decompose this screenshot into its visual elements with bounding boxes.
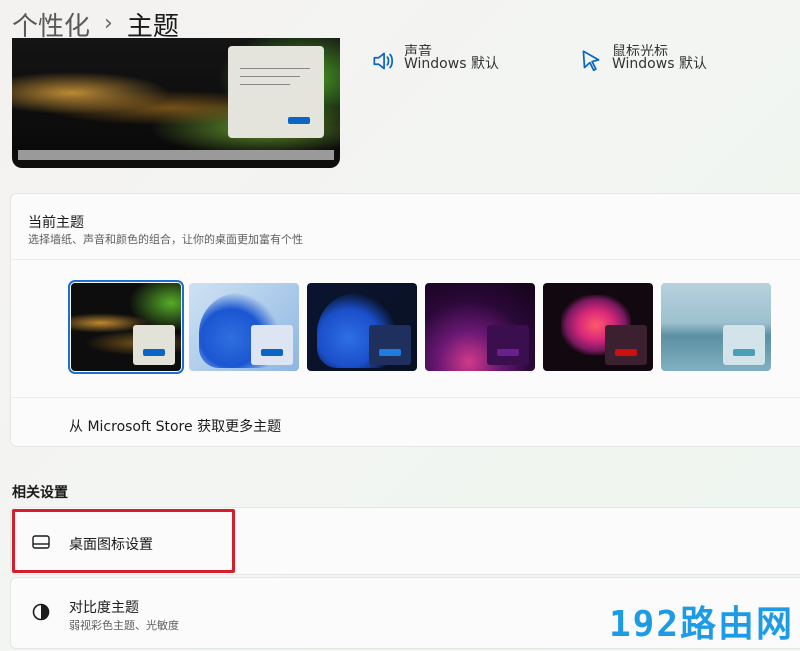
- theme-accent: [615, 349, 637, 356]
- theme-accent: [143, 349, 165, 356]
- cursor-value: Windows 默认: [612, 56, 707, 72]
- current-theme-card: 当前主题 选择墙纸、声音和颜色的组合，让你的桌面更加富有个性 从 Microso…: [10, 193, 800, 447]
- theme-window: [133, 325, 175, 365]
- related-settings-title: 相关设置: [12, 485, 68, 501]
- theme-thumb-sunrise[interactable]: [661, 283, 771, 371]
- cursor-label: 鼠标光标: [612, 44, 668, 56]
- divider: [11, 397, 800, 398]
- preview-button: [288, 117, 310, 124]
- theme-preview: [12, 38, 340, 168]
- preview-line: [240, 84, 290, 85]
- theme-thumb-windows-dark[interactable]: [307, 283, 417, 371]
- sound-value: Windows 默认: [404, 56, 499, 72]
- cursor-icon: [582, 50, 600, 72]
- sound-label: 声音: [404, 44, 432, 56]
- preview-window: [228, 46, 324, 138]
- breadcrumb-parent[interactable]: 个性化: [12, 6, 90, 43]
- sound-setting[interactable]: 声音 Windows 默认: [370, 44, 499, 74]
- theme-window: [605, 325, 647, 365]
- get-more-themes-link[interactable]: 从 Microsoft Store 获取更多主题: [69, 416, 281, 436]
- cursor-setting[interactable]: 鼠标光标 Windows 默认: [578, 44, 707, 74]
- highlight-box: [12, 509, 235, 573]
- theme-window: [251, 325, 293, 365]
- divider: [11, 259, 800, 260]
- theme-accent: [733, 349, 755, 356]
- theme-thumb-windows-light[interactable]: [189, 283, 299, 371]
- theme-thumb-captured-motion[interactable]: [425, 283, 535, 371]
- preview-line: [240, 76, 300, 77]
- contrast-themes-label: 对比度主题: [69, 600, 139, 616]
- theme-thumb-glow[interactable]: [68, 280, 184, 374]
- theme-thumb-flow[interactable]: [543, 283, 653, 371]
- preview-line: [240, 68, 310, 69]
- current-theme-subtitle: 选择墙纸、声音和颜色的组合，让你的桌面更加富有个性: [28, 233, 303, 246]
- theme-accent: [261, 349, 283, 356]
- current-theme-title: 当前主题: [28, 215, 84, 231]
- breadcrumb-separator: ›: [104, 10, 113, 36]
- contrast-themes-subtitle: 弱视彩色主题、光敏度: [69, 619, 179, 632]
- theme-gallery: [68, 280, 800, 374]
- theme-window: [487, 325, 529, 365]
- watermark: 192路由网: [608, 604, 794, 645]
- contrast-icon: [32, 603, 50, 621]
- theme-window: [723, 325, 765, 365]
- page-title: 主题: [126, 11, 179, 42]
- speaker-icon: [373, 52, 394, 70]
- theme-window: [369, 325, 411, 365]
- preview-taskbar: [18, 150, 334, 160]
- theme-accent: [379, 349, 401, 356]
- theme-accent: [497, 349, 519, 356]
